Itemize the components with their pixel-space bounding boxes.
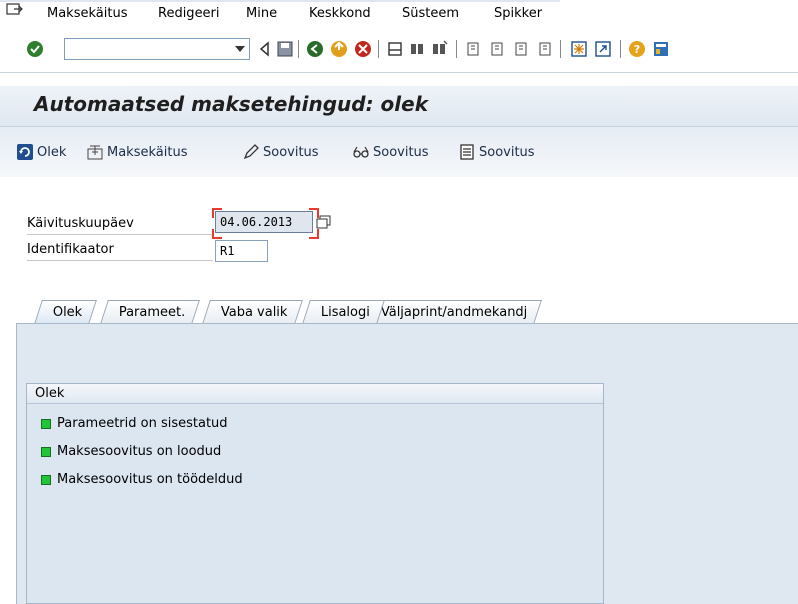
find-next-icon[interactable] bbox=[430, 40, 448, 58]
back-triangle-icon[interactable] bbox=[256, 40, 274, 58]
cancel-red-icon[interactable] bbox=[354, 40, 372, 58]
chevron-down-icon[interactable] bbox=[235, 46, 245, 52]
toolbar-separator bbox=[560, 40, 561, 58]
standard-toolbar: ? bbox=[0, 28, 798, 73]
green-light-icon bbox=[41, 418, 51, 429]
status-item-text: Maksesoovitus on loodud bbox=[57, 444, 222, 459]
run-date-input[interactable]: 04.06.2013 bbox=[215, 211, 313, 233]
title-bar: Automaatsed maksetehingud: olek bbox=[0, 86, 798, 126]
proposal-display-button-label: Soovitus bbox=[373, 144, 429, 160]
tab-log-label: Lisalogi bbox=[320, 305, 370, 320]
save-icon[interactable] bbox=[276, 40, 294, 58]
glasses-icon bbox=[353, 146, 369, 158]
tab-printout-label: Väljaprint/andmekandj bbox=[380, 305, 528, 320]
previous-page-icon[interactable] bbox=[488, 40, 506, 58]
toolbar-separator bbox=[378, 40, 379, 58]
system-menu-icon[interactable] bbox=[6, 2, 24, 18]
tab-parameters-label: Parameet. bbox=[118, 305, 186, 320]
status-item-text: Maksesoovitus on töödeldud bbox=[57, 472, 243, 487]
required-mark bbox=[309, 229, 319, 239]
proposal-edit-button-label: Soovitus bbox=[263, 144, 319, 160]
status-button[interactable]: Olek bbox=[16, 143, 66, 161]
first-page-icon[interactable] bbox=[464, 40, 482, 58]
identifier-underline bbox=[27, 260, 213, 261]
refresh-status-icon bbox=[17, 144, 33, 160]
identifier-label: Identifikaator bbox=[27, 242, 114, 257]
payment-run-button[interactable]: Maksekäitus bbox=[86, 143, 187, 161]
shortcut-icon[interactable] bbox=[594, 40, 612, 58]
proposal-display-button[interactable]: Soovitus bbox=[352, 143, 429, 161]
customize-layout-icon[interactable] bbox=[652, 40, 670, 58]
required-mark bbox=[212, 229, 222, 239]
next-page-icon[interactable] bbox=[512, 40, 530, 58]
status-group-title: Olek bbox=[27, 384, 603, 404]
menu-bar: Maksekäitus Redigeeri Mine Keskkond Süst… bbox=[0, 0, 798, 28]
menu-spikker[interactable]: Spikker bbox=[494, 6, 542, 21]
status-item: Maksesoovitus on töödeldud bbox=[41, 472, 243, 487]
proposal-list-button[interactable]: Soovitus bbox=[458, 143, 535, 161]
green-light-icon bbox=[41, 446, 51, 457]
date-picker-icon[interactable] bbox=[316, 214, 332, 230]
status-item: Parameetrid on sisestatud bbox=[41, 416, 228, 431]
run-date-underline bbox=[27, 234, 213, 235]
pencil-icon bbox=[243, 144, 259, 160]
last-page-icon[interactable] bbox=[536, 40, 554, 58]
menu-mine[interactable]: Mine bbox=[246, 6, 277, 21]
green-light-icon bbox=[41, 474, 51, 485]
tab-parameters[interactable]: Parameet. bbox=[100, 300, 201, 324]
toolbar-separator bbox=[620, 40, 621, 58]
proposal-edit-button[interactable]: Soovitus bbox=[242, 143, 319, 161]
tab-printout[interactable]: Väljaprint/andmekandj bbox=[362, 300, 543, 324]
tab-strip: Väljaprint/andmekandj Lisalogi Vaba vali… bbox=[16, 300, 796, 324]
tab-log[interactable]: Lisalogi bbox=[302, 300, 385, 324]
menu-maksekaitus[interactable]: Maksekäitus bbox=[47, 6, 127, 21]
toolbar-separator bbox=[456, 40, 457, 58]
toolbar-separator bbox=[298, 40, 299, 58]
new-session-icon[interactable] bbox=[570, 40, 588, 58]
print-icon[interactable] bbox=[386, 40, 404, 58]
menu-redigeeri[interactable]: Redigeeri bbox=[158, 6, 220, 21]
enter-check-icon[interactable] bbox=[26, 40, 44, 58]
menu-systeem[interactable]: Süsteem bbox=[402, 6, 459, 21]
payment-run-icon bbox=[87, 145, 103, 160]
help-icon[interactable]: ? bbox=[628, 40, 646, 58]
svg-text:?: ? bbox=[634, 43, 640, 56]
status-group: Olek Parameetrid on sisestatud Maksesoov… bbox=[26, 383, 604, 604]
payment-run-button-label: Maksekäitus bbox=[107, 144, 188, 160]
run-date-label: Käivituskuupäev bbox=[27, 216, 134, 231]
identifier-input[interactable]: R1 bbox=[215, 240, 268, 262]
status-button-label: Olek bbox=[37, 144, 67, 160]
required-mark bbox=[212, 208, 222, 218]
status-item: Maksesoovitus on loodud bbox=[41, 444, 221, 459]
back-green-icon[interactable] bbox=[306, 40, 324, 58]
list-icon bbox=[460, 144, 474, 160]
menu-top-line bbox=[0, 0, 560, 2]
tab-free-selection[interactable]: Vaba valik bbox=[202, 300, 303, 324]
page-title: Automaatsed maksetehingud: olek bbox=[34, 92, 429, 116]
menu-keskkond[interactable]: Keskkond bbox=[309, 6, 371, 21]
exit-yellow-icon[interactable] bbox=[330, 40, 348, 58]
application-toolbar: Olek Maksekäitus Soovitus Soovitus Soovi… bbox=[0, 126, 798, 177]
tab-status-label: Olek bbox=[52, 305, 83, 320]
proposal-list-button-label: Soovitus bbox=[479, 144, 535, 160]
tab-free-selection-label: Vaba valik bbox=[220, 305, 288, 320]
status-item-text: Parameetrid on sisestatud bbox=[57, 416, 228, 431]
command-field[interactable] bbox=[64, 38, 250, 60]
find-icon[interactable] bbox=[408, 40, 426, 58]
tab-status[interactable]: Olek bbox=[34, 300, 98, 324]
